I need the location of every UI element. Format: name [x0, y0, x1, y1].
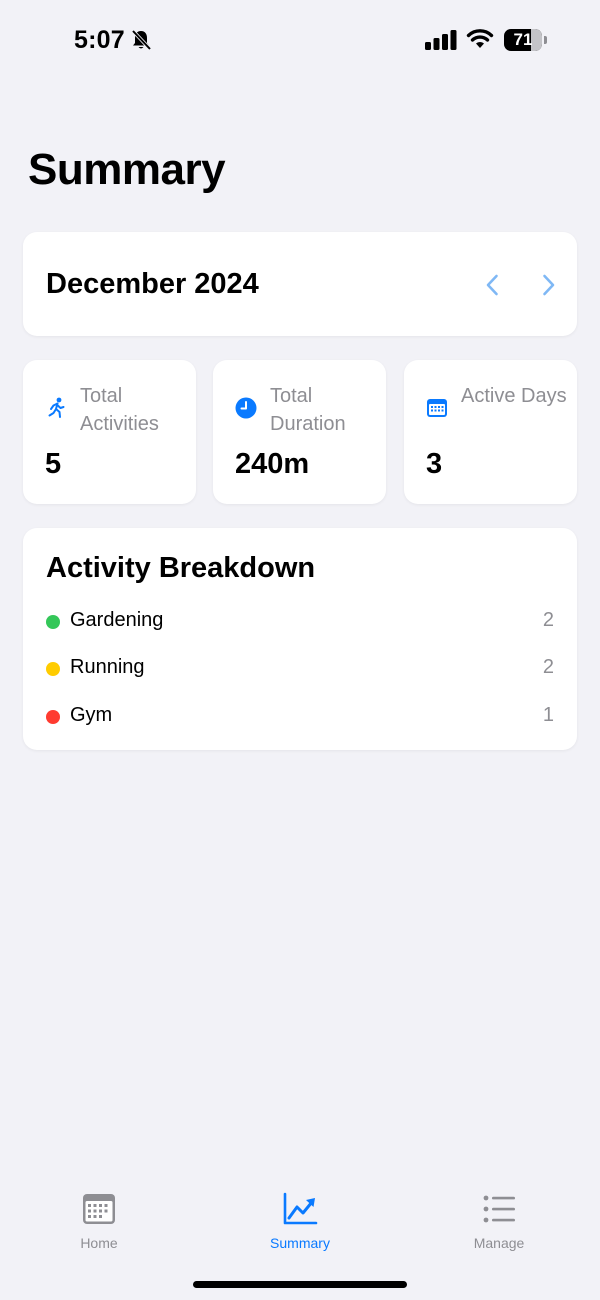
activity-name: Gym — [70, 704, 113, 726]
activity-count: 1 — [542, 704, 554, 726]
chevron-right-icon — [543, 274, 555, 296]
activity-name: Gardening — [70, 609, 164, 631]
stat-value: 240m — [235, 448, 310, 480]
color-dot — [46, 615, 60, 629]
page-title: Summary — [28, 145, 226, 194]
clock-icon — [235, 397, 257, 419]
list-item: Running 2 — [46, 654, 554, 684]
list-item: Gardening 2 — [46, 607, 554, 637]
month-selector-card: December 2024 — [23, 232, 577, 336]
stat-label: Total Duration — [270, 385, 346, 435]
tab-label: Home — [80, 1235, 118, 1251]
battery-empty-portion — [530, 29, 542, 51]
stat-card-total-activities: Total Activities 5 — [23, 360, 196, 504]
tab-label: Summary — [270, 1235, 330, 1251]
stat-value: 3 — [426, 448, 443, 480]
running-icon — [48, 397, 65, 418]
cellular-signal-icon — [425, 30, 457, 50]
battery-percentage: 71 — [513, 30, 533, 49]
activity-count: 2 — [542, 656, 554, 678]
color-dot — [46, 710, 60, 724]
status-bar: 5:07 71 — [0, 0, 600, 80]
stat-card-total-duration: Total Duration 240m — [213, 360, 386, 504]
stat-label: Total Activities — [80, 385, 159, 435]
color-dot — [46, 662, 60, 676]
chart-line-icon — [283, 1192, 318, 1225]
chevron-left-icon — [486, 274, 498, 296]
calendar-grid-icon — [83, 1194, 115, 1224]
next-month-button[interactable] — [533, 270, 563, 300]
list-item: Gym 1 — [46, 702, 554, 732]
bell-slash-icon — [131, 29, 152, 51]
home-indicator — [193, 1281, 407, 1288]
stat-card-active-days: Active Days 3 — [404, 360, 577, 504]
tab-manage[interactable]: Manage — [429, 1192, 569, 1251]
activity-breakdown-card: Activity Breakdown Gardening 2 Running 2… — [23, 528, 577, 750]
tab-label: Manage — [473, 1235, 525, 1251]
stat-label: Active Days — [461, 385, 567, 407]
list-icon — [483, 1195, 515, 1223]
stat-value: 5 — [45, 448, 62, 480]
battery-tip — [544, 36, 547, 44]
activity-count: 2 — [542, 609, 554, 631]
tab-home[interactable]: Home — [29, 1192, 169, 1251]
wifi-icon — [466, 29, 494, 48]
previous-month-button[interactable] — [478, 270, 508, 300]
status-time: 5:07 — [74, 26, 125, 54]
breakdown-title: Activity Breakdown — [46, 552, 316, 584]
tab-summary[interactable]: Summary — [230, 1192, 370, 1251]
month-label: December 2024 — [46, 268, 259, 300]
activity-name: Running — [70, 656, 145, 678]
calendar-icon — [427, 399, 447, 417]
battery-indicator: 71 — [504, 29, 542, 51]
